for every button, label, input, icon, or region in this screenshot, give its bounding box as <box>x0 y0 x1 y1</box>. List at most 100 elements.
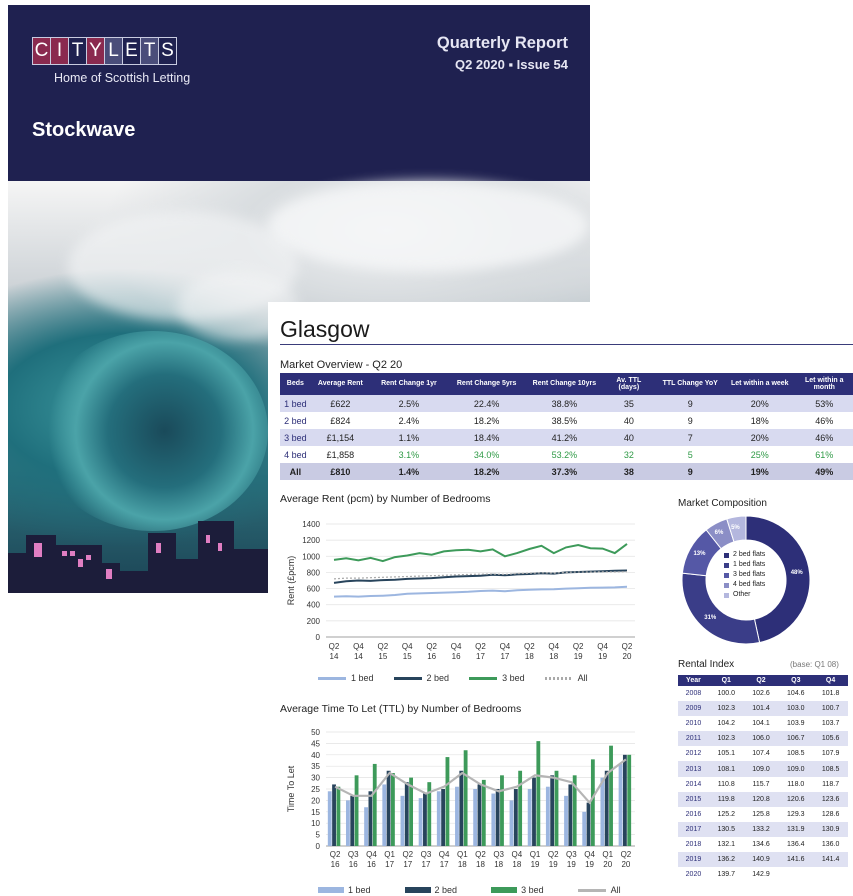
x-tick-label: Q2 <box>548 850 559 859</box>
bar-3-bed <box>554 770 559 846</box>
y-tick-label: 1200 <box>302 536 320 545</box>
table-cell: 134.6 <box>752 840 770 848</box>
y-tick-label: 400 <box>307 601 321 610</box>
x-tick-label: 19 <box>549 860 558 869</box>
table-cell: All <box>280 463 311 480</box>
table-row: 2010 104.2 104.1 103.9 103.7 <box>678 716 848 731</box>
table-cell: 18.2% <box>473 415 500 426</box>
table-cell: 19% <box>726 463 794 480</box>
column-header: Let within a week <box>726 373 794 395</box>
legend-item: 3 bed <box>491 885 544 895</box>
bar-2-bed <box>586 802 591 846</box>
table-cell: 104.2 <box>717 720 736 728</box>
legend-label: 3 bed flats <box>733 571 766 578</box>
building <box>176 559 198 593</box>
bar-3-bed <box>609 745 613 846</box>
x-tick-label: 15 <box>403 652 412 661</box>
donut-data-label: 5% <box>731 524 740 531</box>
table-cell: 2016 <box>685 810 702 818</box>
table-cell: 2015 <box>678 791 709 807</box>
table-cell: 118.0 <box>787 780 805 788</box>
legend-item: 3 bed flats <box>724 570 765 580</box>
x-tick-label: 17 <box>440 860 449 869</box>
bar-3-bed <box>463 750 468 846</box>
legend-item: All <box>544 673 588 683</box>
x-tick-label: 18 <box>458 860 467 869</box>
x-tick-label: Q3 <box>566 850 577 859</box>
x-tick-label: 16 <box>331 860 340 869</box>
table-row: 2008 100.0 102.6 104.6 101.8 <box>678 686 848 701</box>
table-cell: 108.1 <box>708 761 744 777</box>
table-cell: 132.1 <box>717 840 736 848</box>
x-tick-label: 16 <box>452 652 461 661</box>
table-cell: 100.0 <box>717 690 736 698</box>
logo-letter: E <box>122 37 141 65</box>
table-cell: 25% <box>750 449 769 460</box>
table-cell: 118.7 <box>822 780 840 788</box>
table-cell: 49% <box>793 463 853 480</box>
bar-1-bed <box>545 786 550 846</box>
spray-cloud <box>268 181 588 271</box>
market-overview-table: Beds Average Rent Rent Change 1yr Rent C… <box>280 373 853 480</box>
table-cell: 129.3 <box>787 810 805 818</box>
legend-label: 1 bed flats <box>733 561 766 568</box>
x-tick-label: Q2 <box>426 642 437 651</box>
x-tick-label: 18 <box>476 860 485 869</box>
x-tick-label: Q1 <box>457 850 468 859</box>
table-cell: 2.4% <box>398 415 420 426</box>
legend-label: 2 bed <box>434 885 458 895</box>
x-tick-label: Q4 <box>548 642 559 651</box>
building <box>56 545 102 593</box>
donut-data-label: 31% <box>704 614 717 621</box>
table-cell: 18% <box>750 415 769 426</box>
table-header-row: Year Q1 Q2 Q3 Q4 <box>678 675 848 686</box>
logo-letter: L <box>104 37 123 65</box>
table-cell: 46% <box>793 429 853 446</box>
y-tick-label: 15 <box>311 808 320 817</box>
table-cell: 110.8 <box>717 780 735 788</box>
table-row: 4 bed £1,858 3.1% 34.0% 53.2% 32 5 25% 6… <box>280 446 853 463</box>
table-cell: 136.2 <box>708 852 744 868</box>
x-tick-label: 18 <box>525 652 534 661</box>
table-row: 2011 102.3 106.0 106.7 105.6 <box>678 731 848 747</box>
legend-label: 4 bed flats <box>733 581 766 588</box>
legend-label: 3 bed <box>521 885 544 895</box>
building <box>148 533 176 593</box>
x-tick-label: Q3 <box>348 850 359 859</box>
bar-2-bed <box>459 770 464 846</box>
x-tick-label: Q1 <box>530 850 541 859</box>
table-cell: 4 bed <box>284 449 307 460</box>
series-line-3-bed <box>333 543 628 563</box>
x-tick-label: 17 <box>403 860 412 869</box>
legend-item: 1 bed <box>318 673 374 683</box>
bar-1-bed <box>400 795 405 846</box>
legend-item: 2 bed <box>404 885 458 895</box>
x-tick-label: 16 <box>349 860 358 869</box>
ttl-chart-title: Average Time To Let (TTL) by Number of B… <box>280 703 522 715</box>
column-header: Av. TTL (days) <box>603 373 655 395</box>
table-cell <box>813 867 848 882</box>
x-tick-label: Q4 <box>439 850 450 859</box>
column-header: Rent Change 1yr <box>370 373 448 395</box>
rent-chart-title: Average Rent (pcm) by Number of Bedrooms <box>280 493 491 505</box>
table-cell: 105.1 <box>717 750 736 758</box>
table-cell: 2010 <box>685 720 702 728</box>
table-cell: 38.5% <box>551 415 578 426</box>
table-cell: 106.0 <box>743 731 779 747</box>
rental-index-title: Rental Index <box>678 659 735 670</box>
table-cell: 53% <box>793 395 853 412</box>
bar-2-bed <box>386 770 391 846</box>
table-cell: 61% <box>815 449 834 460</box>
table-cell: 125.8 <box>752 810 770 818</box>
table-cell: 104.1 <box>752 720 770 728</box>
table-row: 2017 130.5 133.2 131.9 130.9 <box>678 821 848 837</box>
table-cell: 106.7 <box>778 731 814 747</box>
bar-2-bed <box>477 784 482 846</box>
x-tick-label: Q2 <box>475 642 486 651</box>
table-cell: 7 <box>654 429 727 446</box>
logo-letter: C <box>32 37 51 65</box>
table-cell: 140.9 <box>743 852 779 868</box>
bar-1-bed <box>618 763 623 846</box>
legend-label: Other <box>733 591 751 598</box>
table-cell: 102.6 <box>752 690 770 698</box>
